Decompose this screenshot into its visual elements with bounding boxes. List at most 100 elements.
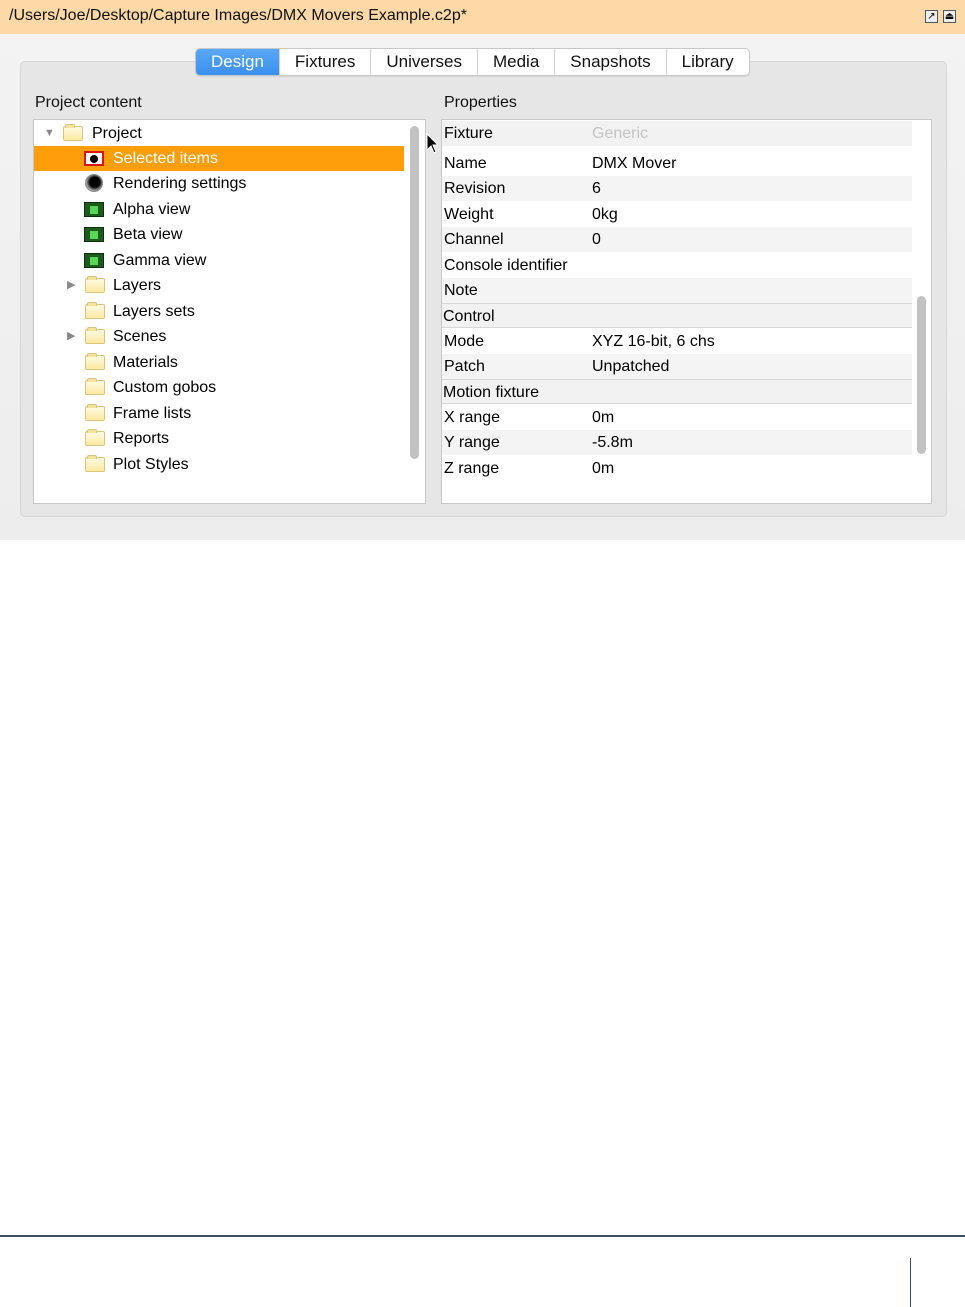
tree-item-reports[interactable]: Reports: [34, 426, 404, 451]
main-window: Design Fixtures Universes Media Snapshot…: [0, 34, 965, 540]
prop-row-z-range[interactable]: Z range 0m: [442, 456, 912, 481]
folder-icon: [85, 353, 105, 370]
tree-item-label: Frame lists: [113, 405, 192, 422]
prop-row-console-identifier[interactable]: Console identifier: [442, 253, 912, 278]
prop-row-x-range[interactable]: X range 0m: [442, 405, 912, 430]
disclosure-closed-icon[interactable]: ▶: [67, 273, 75, 298]
prop-value[interactable]: 0m: [592, 405, 614, 430]
tree-item-gamma-view[interactable]: Gamma view: [34, 248, 404, 273]
prop-key: Console identifier: [444, 257, 568, 274]
tree-item-frame-lists[interactable]: Frame lists: [34, 401, 404, 426]
tree-item-label: Alpha view: [113, 201, 191, 218]
project-content-heading: Project content: [35, 94, 142, 111]
view-icon: [84, 227, 104, 242]
properties-scrollbar[interactable]: [917, 296, 926, 454]
prop-key: Revision: [444, 180, 506, 197]
folder-icon: [85, 276, 105, 293]
tree-item-label: Rendering settings: [113, 175, 247, 192]
prop-key: Fixture: [444, 125, 493, 142]
prop-value[interactable]: 0kg: [592, 202, 618, 227]
properties-table[interactable]: Fixture Generic Name DMX Mover Revision …: [441, 119, 932, 504]
tab-bar: Design Fixtures Universes Media Snapshot…: [195, 48, 750, 76]
tree-item-layers[interactable]: ▶ Layers: [34, 273, 404, 298]
tree-item-alpha-view[interactable]: Alpha view: [34, 197, 404, 222]
disclosure-open-icon[interactable]: ▼: [44, 121, 55, 146]
folder-icon: [85, 429, 105, 446]
prop-key: Weight: [444, 206, 494, 223]
eject-icon[interactable]: ⏏: [943, 10, 956, 23]
prop-group-motion-fixture[interactable]: Motion fixture: [442, 379, 912, 404]
tree-item-label: Project: [92, 125, 142, 142]
folder-icon: [85, 327, 105, 344]
window-title: /Users/Joe/Desktop/Capture Images/DMX Mo…: [9, 7, 467, 24]
prop-row-mode[interactable]: Mode XYZ 16-bit, 6 chs: [442, 329, 912, 354]
tab-fixtures[interactable]: Fixtures: [280, 49, 372, 75]
tree-item-custom-gobos[interactable]: Custom gobos: [34, 375, 404, 400]
prop-key: Mode: [444, 333, 485, 350]
tab-design[interactable]: Design: [196, 49, 280, 75]
prop-row-fixture[interactable]: Fixture Generic: [442, 121, 912, 146]
prop-row-weight[interactable]: Weight 0kg: [442, 202, 912, 227]
prop-key: Y range: [444, 434, 500, 451]
prop-key: Channel: [444, 231, 504, 248]
prop-row-note[interactable]: Note: [442, 278, 912, 303]
prop-value[interactable]: Unpatched: [592, 354, 669, 379]
prop-key: Note: [444, 282, 478, 299]
tab-snapshots[interactable]: Snapshots: [555, 49, 667, 75]
prop-value[interactable]: -5.8m: [592, 430, 633, 455]
folder-icon: [85, 302, 105, 319]
tree-item-label: Selected items: [113, 150, 218, 167]
prop-key: X range: [444, 409, 501, 426]
tree-item-label: Beta view: [113, 226, 183, 243]
tree-item-rendering-settings[interactable]: Rendering settings: [34, 171, 404, 196]
folder-icon: [85, 378, 105, 395]
view-icon: [84, 202, 104, 217]
tree-item-label: Custom gobos: [113, 379, 217, 396]
tree-item-label: Reports: [113, 430, 170, 447]
tree-item-layers-sets[interactable]: Layers sets: [34, 299, 404, 324]
tree-item-label: Gamma view: [113, 252, 207, 269]
prop-value[interactable]: 6: [592, 176, 601, 201]
prop-row-patch[interactable]: Patch Unpatched: [442, 354, 912, 379]
tree-item-selected-items[interactable]: Selected items: [34, 146, 404, 171]
tree-item-label: Plot Styles: [113, 456, 189, 473]
title-bar: /Users/Joe/Desktop/Capture Images/DMX Mo…: [0, 0, 965, 35]
tree-item-beta-view[interactable]: Beta view: [34, 222, 404, 247]
footer-divider: [0, 1235, 965, 1237]
prop-row-revision[interactable]: Revision 6: [442, 176, 912, 201]
folder-icon: [85, 455, 105, 472]
disclosure-closed-icon[interactable]: ▶: [67, 324, 75, 349]
tree-item-label: Layers sets: [113, 303, 195, 320]
prop-value[interactable]: XYZ 16-bit, 6 chs: [592, 329, 715, 354]
prop-value[interactable]: 0m: [592, 456, 614, 481]
properties-heading: Properties: [444, 94, 517, 111]
prop-row-name[interactable]: Name DMX Mover: [442, 151, 912, 176]
tree-item-label: Materials: [113, 354, 178, 371]
prop-row-y-range[interactable]: Y range -5.8m: [442, 430, 912, 455]
tree-item-label: Layers: [113, 277, 162, 294]
tab-universes[interactable]: Universes: [371, 49, 478, 75]
tree-item-plot-styles[interactable]: Plot Styles: [34, 452, 404, 477]
render-icon: [85, 174, 103, 192]
view-icon: [84, 253, 104, 268]
tree-item-materials[interactable]: Materials: [34, 350, 404, 375]
prop-key: Z range: [444, 460, 500, 477]
folder-icon: [85, 404, 105, 421]
prop-value[interactable]: 0: [592, 227, 601, 252]
prop-group-control[interactable]: Control: [442, 303, 912, 328]
mouse-cursor-icon: [426, 133, 440, 154]
tree-item-project[interactable]: ▼ Project: [34, 121, 404, 146]
tab-library[interactable]: Library: [667, 49, 749, 75]
prop-group-label: Control: [443, 308, 495, 325]
tree-item-label: Scenes: [113, 328, 167, 345]
pin-icon[interactable]: ↗: [925, 10, 938, 23]
prop-group-label: Motion fixture: [443, 384, 540, 401]
project-tree[interactable]: ▼ Project Selected items Rendering setti…: [33, 119, 426, 504]
tree-item-scenes[interactable]: ▶ Scenes: [34, 324, 404, 349]
tab-media[interactable]: Media: [478, 49, 556, 75]
selection-icon: [84, 151, 104, 166]
prop-value: Generic: [592, 125, 649, 142]
tree-scrollbar[interactable]: [410, 126, 419, 459]
prop-value[interactable]: DMX Mover: [592, 151, 676, 176]
prop-row-channel[interactable]: Channel 0: [442, 227, 912, 252]
